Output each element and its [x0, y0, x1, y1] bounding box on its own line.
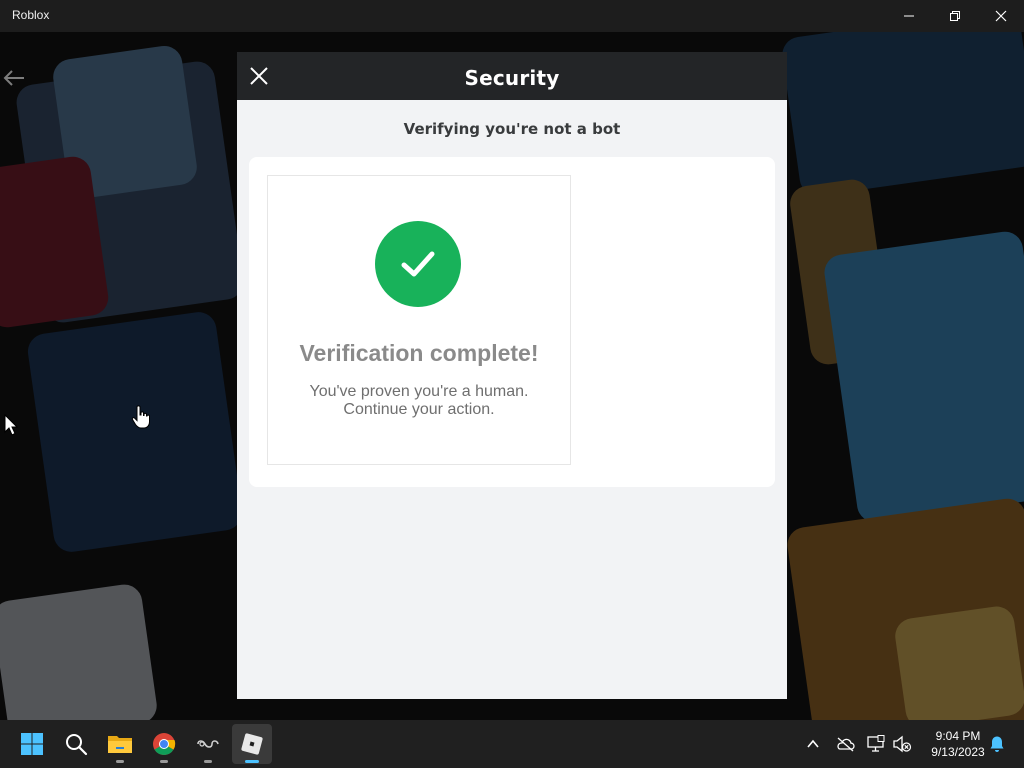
verification-message-line2: Continue your action.	[343, 401, 495, 418]
roblox-icon	[241, 733, 263, 755]
onedrive-button[interactable]	[835, 734, 855, 754]
running-indicator	[204, 760, 212, 763]
notifications-button[interactable]	[987, 734, 1007, 754]
chrome-icon	[153, 733, 176, 755]
minimize-icon	[904, 15, 914, 17]
checkmark-icon	[401, 251, 435, 277]
success-badge	[375, 221, 461, 307]
bell-icon	[990, 736, 1004, 752]
running-indicator	[160, 760, 168, 763]
challenge-container: Verification complete! You've proven you…	[249, 157, 775, 487]
taskbar-roblox[interactable]	[232, 724, 272, 764]
search-icon	[66, 734, 88, 756]
restore-icon	[950, 11, 960, 21]
taskbar-start-button[interactable]	[12, 724, 52, 764]
clock-date: 9/13/2023	[931, 745, 985, 759]
folder-icon	[108, 736, 132, 753]
window-title: Roblox	[12, 8, 50, 22]
arrow-left-icon[interactable]	[2, 68, 26, 88]
hand-pointer-cursor-icon	[131, 405, 150, 429]
window-title-bar: Roblox	[0, 0, 1024, 32]
restore-button[interactable]	[932, 0, 978, 32]
minimize-button[interactable]	[886, 0, 932, 32]
close-icon	[995, 10, 1007, 22]
modal-subtitle: Verifying you're not a bot	[403, 120, 621, 138]
security-modal: Security Verifying you're not a bot Veri…	[237, 52, 787, 699]
modal-header: Security	[237, 52, 787, 100]
onedrive-icon	[837, 737, 855, 752]
windows-start-icon	[21, 733, 43, 755]
taskbar-chrome[interactable]	[144, 724, 184, 764]
running-indicator	[116, 760, 124, 763]
windows-taskbar: 9:04 PM 9/13/2023	[0, 720, 1024, 768]
verification-card: Verification complete! You've proven you…	[267, 175, 571, 465]
show-hidden-icons-button[interactable]	[803, 734, 823, 754]
taskbar-clock[interactable]: 9:04 PM 9/13/2023	[918, 728, 998, 760]
arrow-cursor-icon	[4, 414, 18, 436]
network-icon	[867, 735, 885, 752]
volume-button[interactable]	[892, 734, 912, 754]
modal-title: Security	[464, 66, 560, 90]
verification-message-line1: You've proven you're a human.	[309, 383, 529, 400]
taskbar-search-button[interactable]	[56, 724, 96, 764]
network-button[interactable]	[866, 734, 886, 754]
close-window-button[interactable]	[978, 0, 1024, 32]
chevron-up-icon	[807, 739, 819, 748]
verification-heading: Verification complete!	[299, 340, 539, 366]
volume-muted-icon	[893, 735, 912, 753]
clock-time: 9:04 PM	[935, 729, 981, 743]
active-indicator	[245, 760, 259, 763]
taskbar-app[interactable]	[188, 724, 228, 764]
app-logo-icon	[197, 740, 219, 748]
taskbar-file-explorer[interactable]	[100, 724, 140, 764]
